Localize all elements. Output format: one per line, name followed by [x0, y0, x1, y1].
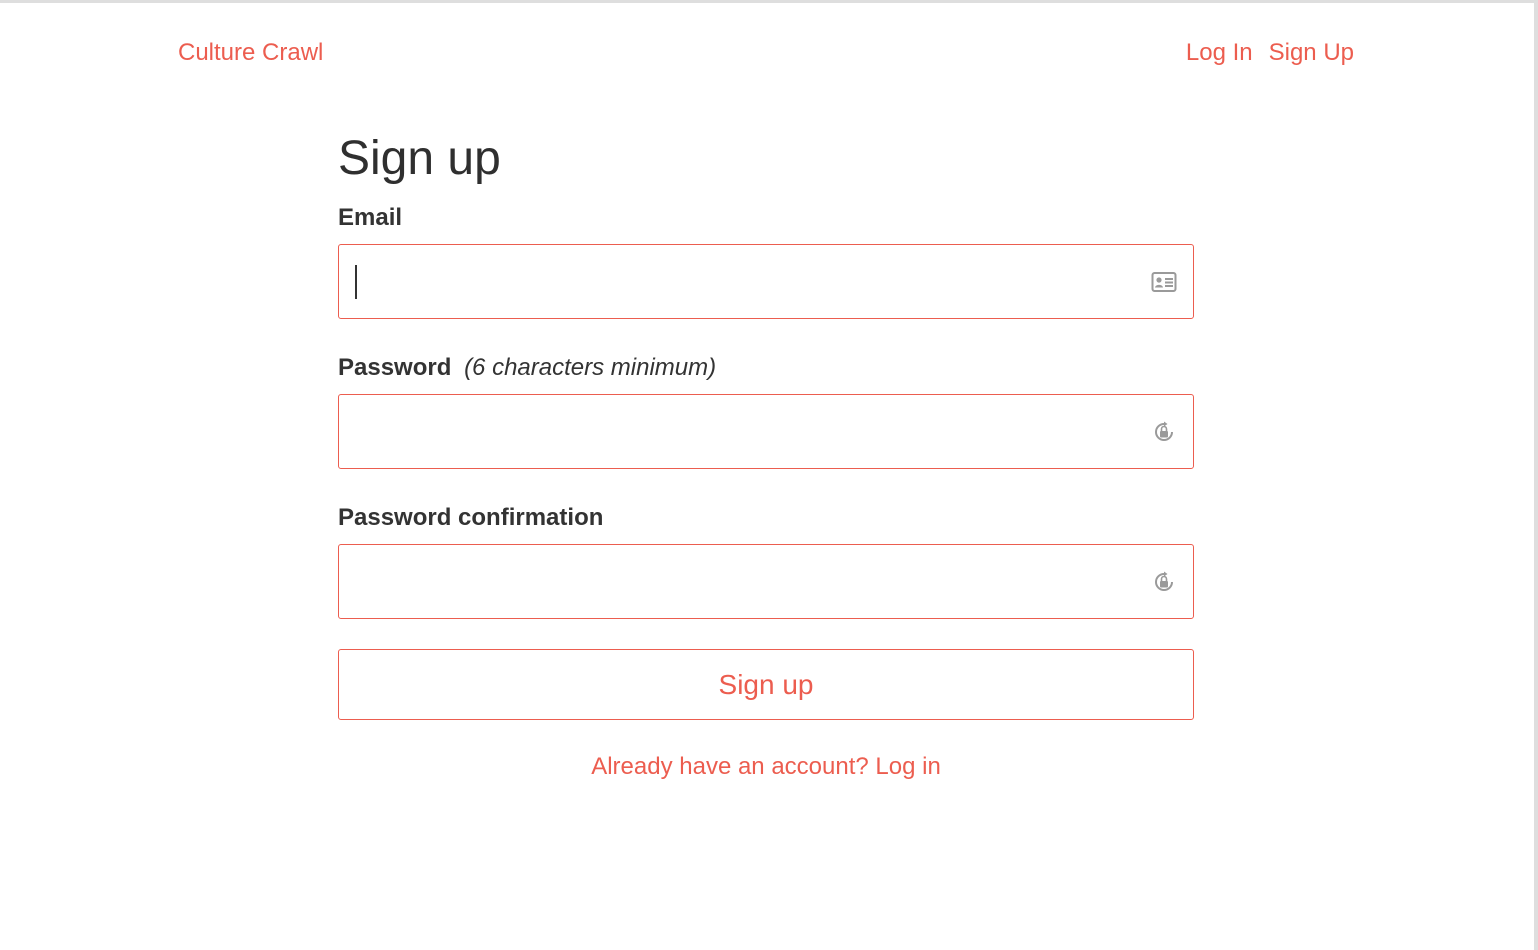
password-confirmation-label-text: Password confirmation	[338, 504, 604, 531]
signup-form: Sign up Email Password (6 characters min…	[338, 131, 1194, 780]
password-confirmation-label: Password confirmation	[338, 503, 603, 533]
password-lock-icon[interactable]	[1151, 570, 1177, 594]
password-label-text: Password	[338, 354, 452, 381]
nav-login-link[interactable]: Log In	[1186, 39, 1253, 67]
password-field-box[interactable]	[338, 394, 1194, 469]
email-label: Email	[338, 203, 402, 233]
signup-submit-button[interactable]: Sign up	[338, 649, 1194, 720]
brand-link[interactable]: Culture Crawl	[178, 39, 323, 67]
password-confirmation-field[interactable]	[353, 545, 1137, 619]
password-lock-icon[interactable]	[1151, 420, 1177, 444]
email-field[interactable]	[353, 245, 1137, 319]
password-field[interactable]	[353, 395, 1137, 469]
password-hint: (6 characters minimum)	[464, 354, 717, 381]
password-label: Password (6 characters minimum)	[338, 353, 716, 383]
email-label-text: Email	[338, 204, 403, 231]
contact-card-icon[interactable]	[1151, 270, 1177, 294]
page-title: Sign up	[338, 132, 501, 185]
text-caret	[355, 265, 357, 299]
email-field-box[interactable]	[338, 244, 1194, 319]
password-confirmation-field-box[interactable]	[338, 544, 1194, 619]
nav-links: Log In Sign Up	[1186, 39, 1354, 67]
browser-viewport: Culture Crawl Log In Sign Up Sign up Ema…	[0, 0, 1538, 950]
already-have-account-link[interactable]: Already have an account? Log in	[338, 753, 1194, 781]
top-navbar: Culture Crawl Log In Sign Up	[0, 39, 1538, 75]
nav-signup-link[interactable]: Sign Up	[1269, 39, 1354, 67]
